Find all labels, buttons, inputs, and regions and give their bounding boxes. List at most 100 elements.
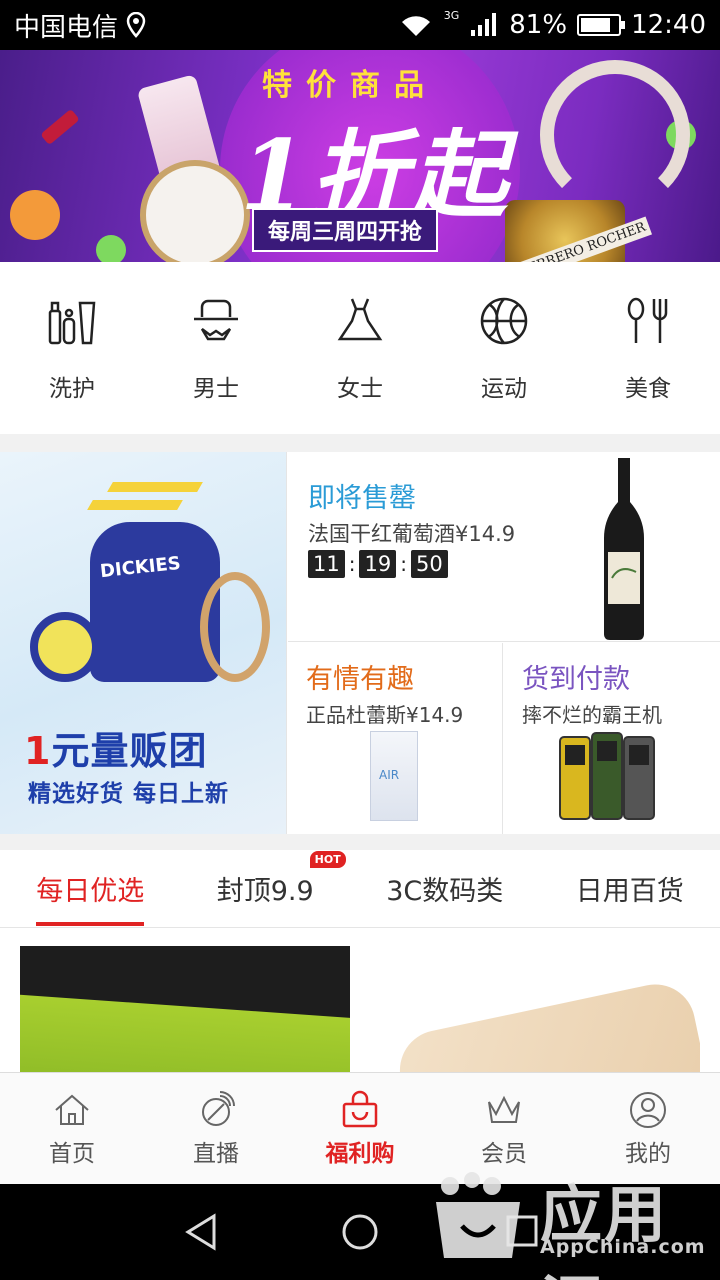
category-men[interactable]: 男士 — [156, 293, 276, 403]
promo-left-title-text: 元量贩团 — [51, 729, 208, 773]
back-icon[interactable] — [182, 1212, 222, 1252]
promo-left-title: 1元量贩团 — [24, 720, 207, 775]
network-type: 3G — [443, 8, 460, 22]
timer-hours: 11 — [308, 550, 345, 578]
tab-label: 日用百货 — [575, 876, 684, 907]
countdown-timer: 11 : 19 : 50 — [308, 550, 448, 578]
product-card[interactable] — [370, 946, 700, 1072]
satellite-dish-icon — [202, 1090, 235, 1126]
tab-label: 封顶9.9 — [216, 876, 314, 907]
promo-cod[interactable]: 货到付款 摔不烂的霸王机 — [504, 643, 720, 834]
backpack-image — [90, 522, 220, 682]
home-button-icon[interactable] — [340, 1212, 380, 1252]
battery-percent: 81% — [509, 10, 568, 40]
promo-title: 即将售罄 — [308, 483, 416, 514]
banner-orb — [96, 235, 126, 262]
nav-label: 直播 — [193, 1140, 239, 1167]
category-label: 洗护 — [49, 376, 95, 402]
category-care[interactable]: 洗护 — [12, 293, 132, 403]
headphones-image — [540, 60, 690, 210]
status-bar: 中国电信 3G 81% 12:40 — [0, 0, 720, 50]
category-women[interactable]: 女士 — [300, 293, 420, 403]
section-divider — [0, 434, 720, 452]
product-image — [20, 994, 350, 1072]
promo-title: 有情有趣 — [306, 664, 414, 695]
nav-label: 首页 — [49, 1140, 95, 1167]
nav-member[interactable]: 会员 — [444, 1090, 564, 1168]
gentleman-hat-icon — [194, 299, 238, 341]
hot-badge: HOT — [309, 851, 346, 868]
battery-fill — [581, 18, 611, 32]
promo-desc: 法国干红葡萄酒¥14.9 — [308, 522, 516, 546]
nav-mine[interactable]: 我的 — [588, 1090, 708, 1168]
decor-stripe — [87, 500, 183, 510]
decor-stripe — [107, 482, 203, 492]
promo-selling-out[interactable]: 即将售罄 法国干红葡萄酒¥14.9 11 : 19 : 50 — [288, 452, 720, 642]
promo-fun[interactable]: 有情有趣 正品杜蕾斯¥14.9 AIR — [288, 643, 503, 834]
category-sports[interactable]: 运动 — [444, 293, 564, 403]
section-divider — [0, 834, 720, 850]
category-row: 洗护 男士 女士 运动 美食 — [0, 262, 720, 434]
promo-desc: 摔不烂的霸王机 — [522, 703, 662, 727]
carrier-group: 中国电信 — [14, 7, 146, 44]
watch-image — [140, 160, 250, 262]
headphones-image — [200, 572, 270, 682]
dress-icon — [337, 298, 383, 341]
clock: 12:40 — [631, 10, 706, 40]
cosmetics-icon — [48, 301, 96, 345]
nav-live[interactable]: 直播 — [156, 1090, 276, 1168]
watermark-cn: 应用汇 — [540, 1178, 669, 1280]
rugged-phones-image — [559, 732, 655, 820]
category-food[interactable]: 美食 — [588, 293, 708, 403]
carrier-name: 中国电信 — [14, 12, 119, 43]
product-card[interactable] — [20, 946, 350, 1072]
user-icon — [630, 1091, 666, 1128]
banner-subtitle: 每周三周四开抢 — [252, 208, 439, 252]
timer-seconds: 50 — [410, 550, 448, 578]
wine-bottle-image — [604, 458, 644, 640]
nav-label: 福利购 — [325, 1140, 395, 1167]
status-icons: 3G 81% 12:40 — [398, 8, 706, 40]
watch-image — [30, 612, 100, 682]
tab-label: 每日优选 — [36, 876, 145, 907]
promo-title: 货到付款 — [522, 664, 630, 695]
lipstick-image — [40, 108, 80, 146]
nav-welfare[interactable]: 福利购 — [300, 1090, 420, 1168]
nav-home[interactable]: 首页 — [12, 1090, 132, 1168]
home-icon — [55, 1094, 89, 1125]
banner-orb — [10, 190, 60, 240]
category-label: 女士 — [337, 376, 383, 402]
tab-daily-picks[interactable]: 每日优选 — [36, 859, 145, 926]
utensils-icon — [627, 297, 668, 343]
shopping-bag-icon — [342, 1090, 378, 1127]
tab-label: 3C数码类 — [386, 876, 504, 907]
promo-group-buy[interactable]: DICKIES 1元量贩团 精选好货 每日上新 — [0, 452, 287, 834]
category-label: 运动 — [481, 376, 527, 402]
category-label: 男士 — [193, 376, 239, 402]
timer-colon: : — [400, 552, 407, 576]
promo-left-subtitle: 精选好货 每日上新 — [28, 781, 230, 807]
promo-left-title-accent: 1 — [24, 729, 52, 773]
appchina-watermark: 应用汇 AppChina.com — [428, 1160, 718, 1280]
product-box-label: AIR — [379, 768, 400, 782]
category-label: 美食 — [625, 376, 671, 402]
promo-banner[interactable]: FERRERO ROCHER 特价商品 1折起 每周三周四开抢 — [0, 50, 720, 262]
watermark-en: AppChina.com — [540, 1236, 706, 1258]
tab-3c-digital[interactable]: 3C数码类 — [386, 859, 503, 918]
location-icon — [126, 12, 146, 38]
product-image — [392, 976, 700, 1072]
product-tabs: 每日优选 封顶9.9 HOT 3C数码类 日用百货 — [0, 850, 720, 928]
crown-icon — [488, 1095, 520, 1123]
product-list — [0, 928, 720, 1072]
tab-under-9-9[interactable]: 封顶9.9 HOT — [216, 851, 346, 918]
battery-icon — [577, 14, 626, 36]
watermark-logo-icon — [436, 1172, 520, 1258]
signal-icon — [471, 13, 497, 36]
tab-daily-goods[interactable]: 日用百货 — [576, 859, 684, 918]
timer-colon: : — [348, 552, 356, 576]
promo-desc: 正品杜蕾斯¥14.9 — [306, 703, 464, 727]
product-box-image: AIR — [370, 731, 418, 821]
timer-minutes: 19 — [359, 550, 397, 578]
promo-grid: DICKIES 1元量贩团 精选好货 每日上新 即将售罄 法国干红葡萄酒¥14.… — [0, 452, 720, 834]
wifi-icon — [401, 16, 430, 36]
